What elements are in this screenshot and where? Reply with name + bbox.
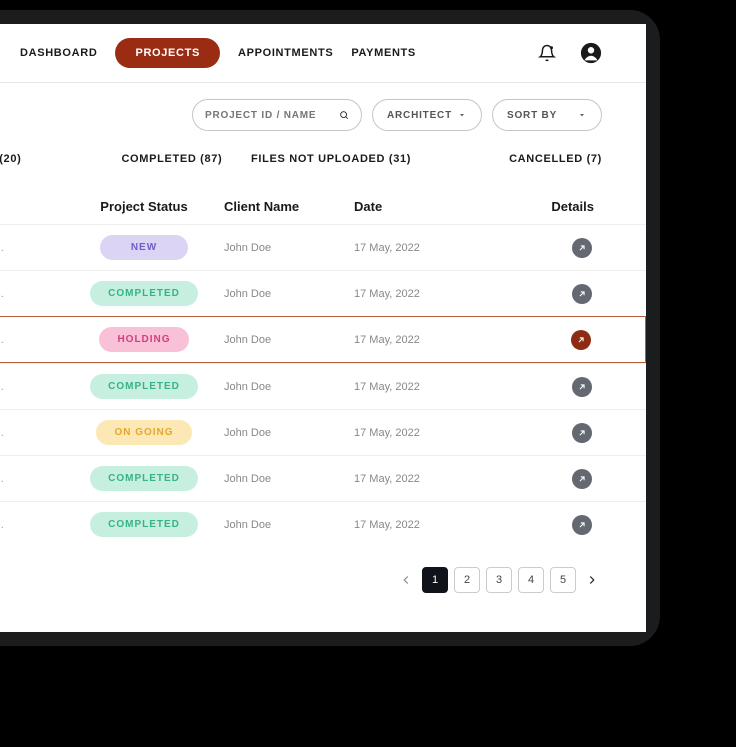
nav-items: DASHBOARD PROJECTS APPOINTMENTS PAYMENTS — [20, 38, 416, 68]
nav-payments[interactable]: PAYMENTS — [351, 47, 416, 59]
cell-project-name: SIDENCES... — [0, 473, 64, 485]
dropdown-label: ARCHITECT — [387, 110, 452, 121]
cell-details — [454, 330, 601, 350]
table-row[interactable]: SIDENCES... HOLDING John Doe17 May, 2022 — [0, 316, 646, 363]
table-row[interactable]: SIDENCES... COMPLETED John Doe17 May, 2022 — [0, 501, 646, 547]
nav-dashboard[interactable]: DASHBOARD — [20, 47, 97, 59]
cell-status: COMPLETED — [64, 512, 224, 537]
cell-client: John Doe — [224, 381, 354, 393]
cell-date: 17 May, 2022 — [354, 519, 454, 531]
cell-status: ON GOING — [64, 420, 224, 445]
page-5[interactable]: 5 — [550, 567, 576, 593]
page-numbers: 12345 — [422, 567, 576, 593]
col-status: Project Status — [64, 199, 224, 214]
col-date: Date — [354, 199, 454, 214]
notifications-icon[interactable] — [536, 42, 558, 64]
cell-project-name: SIDENCES... — [0, 381, 64, 393]
chevron-down-icon — [577, 110, 587, 120]
cell-details — [454, 469, 602, 489]
table-row[interactable]: SIDENCES... NEW John Doe17 May, 2022 — [0, 224, 646, 270]
status-tabs: ON GOING (20) COMPLETED (87) FILES NOT UPL… — [0, 147, 646, 183]
cell-client: John Doe — [224, 334, 354, 346]
cell-details — [454, 377, 602, 397]
table-row[interactable]: SIDENCES... ON GOING John Doe17 May, 2022 — [0, 409, 646, 455]
cell-date: 17 May, 2022 — [354, 242, 454, 254]
tab-files-not-uploaded[interactable]: FILES NOT UPLOADED (31) — [251, 153, 411, 165]
cell-status: COMPLETED — [64, 466, 224, 491]
search-input-wrapper[interactable] — [192, 99, 362, 131]
cell-client: John Doe — [224, 473, 354, 485]
cell-project-name: SIDENCES... — [0, 519, 64, 531]
search-input[interactable] — [205, 110, 339, 121]
col-details: Details — [454, 199, 602, 214]
cell-status: NEW — [64, 235, 224, 260]
details-button[interactable] — [572, 469, 592, 489]
cell-project-name: SIDENCES... — [0, 427, 64, 439]
cell-details — [454, 238, 602, 258]
architect-dropdown[interactable]: ARCHITECT — [372, 99, 482, 131]
filter-bar: ARCHITECT SORT BY — [0, 83, 646, 147]
details-button[interactable] — [572, 515, 592, 535]
status-badge: COMPLETED — [90, 281, 198, 306]
cell-status: COMPLETED — [64, 374, 224, 399]
table-row[interactable]: SIDENCES... COMPLETED John Doe17 May, 2022 — [0, 455, 646, 501]
sort-dropdown[interactable]: SORT BY — [492, 99, 602, 131]
details-button[interactable] — [572, 377, 592, 397]
page-4[interactable]: 4 — [518, 567, 544, 593]
status-badge: COMPLETED — [90, 512, 198, 537]
cell-client: John Doe — [224, 427, 354, 439]
cell-client: John Doe — [224, 288, 354, 300]
cell-details — [454, 284, 602, 304]
chevron-down-icon — [457, 110, 467, 120]
app-screen: DASHBOARD PROJECTS APPOINTMENTS PAYMENTS AR… — [0, 24, 646, 632]
cell-project-name: SIDENCES... — [0, 288, 64, 300]
cell-status: HOLDING — [64, 327, 224, 352]
profile-avatar-icon[interactable] — [580, 42, 602, 64]
status-badge: NEW — [100, 235, 188, 260]
cell-client: John Doe — [224, 519, 354, 531]
nav-appointments[interactable]: APPOINTMENTS — [238, 47, 333, 59]
cell-status: COMPLETED — [64, 281, 224, 306]
cell-project-name: SIDENCES... — [0, 334, 64, 346]
table-row[interactable]: SIDENCES... COMPLETED John Doe17 May, 2022 — [0, 270, 646, 316]
tab-on-going[interactable]: ON GOING (20) — [0, 153, 21, 165]
table-body: SIDENCES...NEWJohn Doe17 May, 2022SIDENC… — [0, 224, 646, 547]
page-next[interactable] — [582, 570, 602, 590]
page-3[interactable]: 3 — [486, 567, 512, 593]
cell-date: 17 May, 2022 — [354, 427, 454, 439]
tab-completed[interactable]: COMPLETED (87) — [121, 153, 222, 165]
cell-date: 17 May, 2022 — [354, 334, 454, 346]
dropdown-label: SORT BY — [507, 110, 557, 121]
cell-details — [454, 515, 602, 535]
status-badge: HOLDING — [99, 327, 188, 352]
cell-project-name: SIDENCES... — [0, 242, 64, 254]
cell-date: 17 May, 2022 — [354, 381, 454, 393]
tablet-frame: DASHBOARD PROJECTS APPOINTMENTS PAYMENTS AR… — [0, 10, 660, 646]
table-header: Project Status Client Name Date Details — [0, 183, 646, 224]
top-nav: DASHBOARD PROJECTS APPOINTMENTS PAYMENTS — [0, 24, 646, 83]
pagination: 12345 — [0, 547, 646, 593]
cell-date: 17 May, 2022 — [354, 288, 454, 300]
details-button[interactable] — [572, 284, 592, 304]
status-badge: COMPLETED — [90, 374, 198, 399]
search-icon — [339, 108, 349, 122]
tab-cancelled[interactable]: CANCELLED (7) — [509, 153, 602, 165]
page-1[interactable]: 1 — [422, 567, 448, 593]
details-button[interactable] — [572, 423, 592, 443]
details-button[interactable] — [571, 330, 591, 350]
status-badge: ON GOING — [96, 420, 191, 445]
status-badge: COMPLETED — [90, 466, 198, 491]
page-prev[interactable] — [396, 570, 416, 590]
table-row[interactable]: SIDENCES... COMPLETED John Doe17 May, 2022 — [0, 363, 646, 409]
details-button[interactable] — [572, 238, 592, 258]
cell-date: 17 May, 2022 — [354, 473, 454, 485]
col-name — [0, 199, 64, 214]
cell-client: John Doe — [224, 242, 354, 254]
nav-projects[interactable]: PROJECTS — [115, 38, 220, 68]
page-2[interactable]: 2 — [454, 567, 480, 593]
cell-details — [454, 423, 602, 443]
col-client: Client Name — [224, 199, 354, 214]
